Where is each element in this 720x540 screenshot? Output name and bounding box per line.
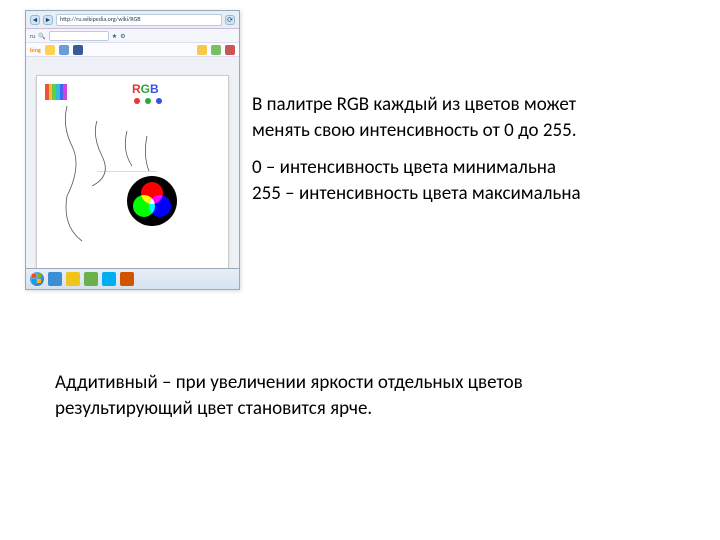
toolbar-search-icon[interactable]: 🔍 (38, 32, 45, 40)
toolbar-ext-ru[interactable]: ru (30, 32, 35, 40)
divider-line (97, 171, 157, 172)
line-max: 255 – интенсивность цвета максимальна (252, 182, 581, 205)
browser-screenshot: ◄ ► http://ru.wikipedia.org/wiki/RGB ⟳ r… (25, 10, 240, 290)
bookmark-icon-1[interactable] (45, 45, 55, 55)
rgb-title-r: R (132, 82, 141, 96)
paragraph-additive: Аддитивный – при увеличении яркости отде… (55, 370, 595, 421)
rgb-venn-top (85, 80, 125, 120)
taskbar-ie-icon[interactable] (48, 272, 62, 286)
page-scribbles (37, 76, 228, 278)
taskbar-app-icon-2[interactable] (120, 272, 134, 286)
bookmark-icon-4[interactable] (211, 45, 221, 55)
nav-back-button[interactable]: ◄ (30, 15, 40, 25)
bookmark-icon-2[interactable] (59, 45, 69, 55)
rgb-title: RGB (132, 82, 159, 96)
bookmark-bar: bing (26, 43, 239, 57)
paragraph-intensity-range: В палитре RGB каждый из цветов может мен… (252, 92, 622, 143)
toolbar-search-input[interactable] (49, 31, 109, 41)
side-text-block: В палитре RGB каждый из цветов может мен… (252, 92, 622, 219)
browser-page-content: RGB (36, 75, 229, 279)
rgb-title-b: B (150, 82, 159, 96)
paragraph-min-max: 0 – интенсивность цвета минимальна 255 –… (252, 155, 622, 206)
nav-fwd-button[interactable]: ► (43, 15, 53, 25)
rgb-title-g: G (141, 82, 150, 96)
refresh-button[interactable]: ⟳ (225, 15, 235, 25)
url-field[interactable]: http://ru.wikipedia.org/wiki/RGB (56, 14, 222, 26)
line-min: 0 – интенсивность цвета минимальна (252, 156, 556, 179)
bookmark-icon-5[interactable] (225, 45, 235, 55)
rgb-stripes-icon (45, 84, 67, 100)
rgb-dots (134, 98, 162, 104)
bookmark-fb-icon[interactable] (73, 45, 83, 55)
bookmark-bing[interactable]: bing (30, 46, 41, 54)
bookmark-icon-3[interactable] (197, 45, 207, 55)
taskbar-skype-icon[interactable] (102, 272, 116, 286)
browser-address-bar: ◄ ► http://ru.wikipedia.org/wiki/RGB ⟳ (26, 11, 239, 29)
taskbar-app-icon-1[interactable] (84, 272, 98, 286)
taskbar-folder-icon[interactable] (66, 272, 80, 286)
toolbar-gear-icon[interactable]: ⚙ (120, 32, 125, 40)
windows-taskbar (25, 268, 240, 290)
toolbar-star-icon[interactable]: ★ (112, 32, 117, 40)
start-button[interactable] (30, 272, 44, 286)
rgb-venn-bottom (132, 181, 172, 221)
bottom-text-block: Аддитивный – при увеличении яркости отде… (55, 370, 595, 421)
browser-toolbar-1: ru 🔍 ★ ⚙ (26, 29, 239, 43)
